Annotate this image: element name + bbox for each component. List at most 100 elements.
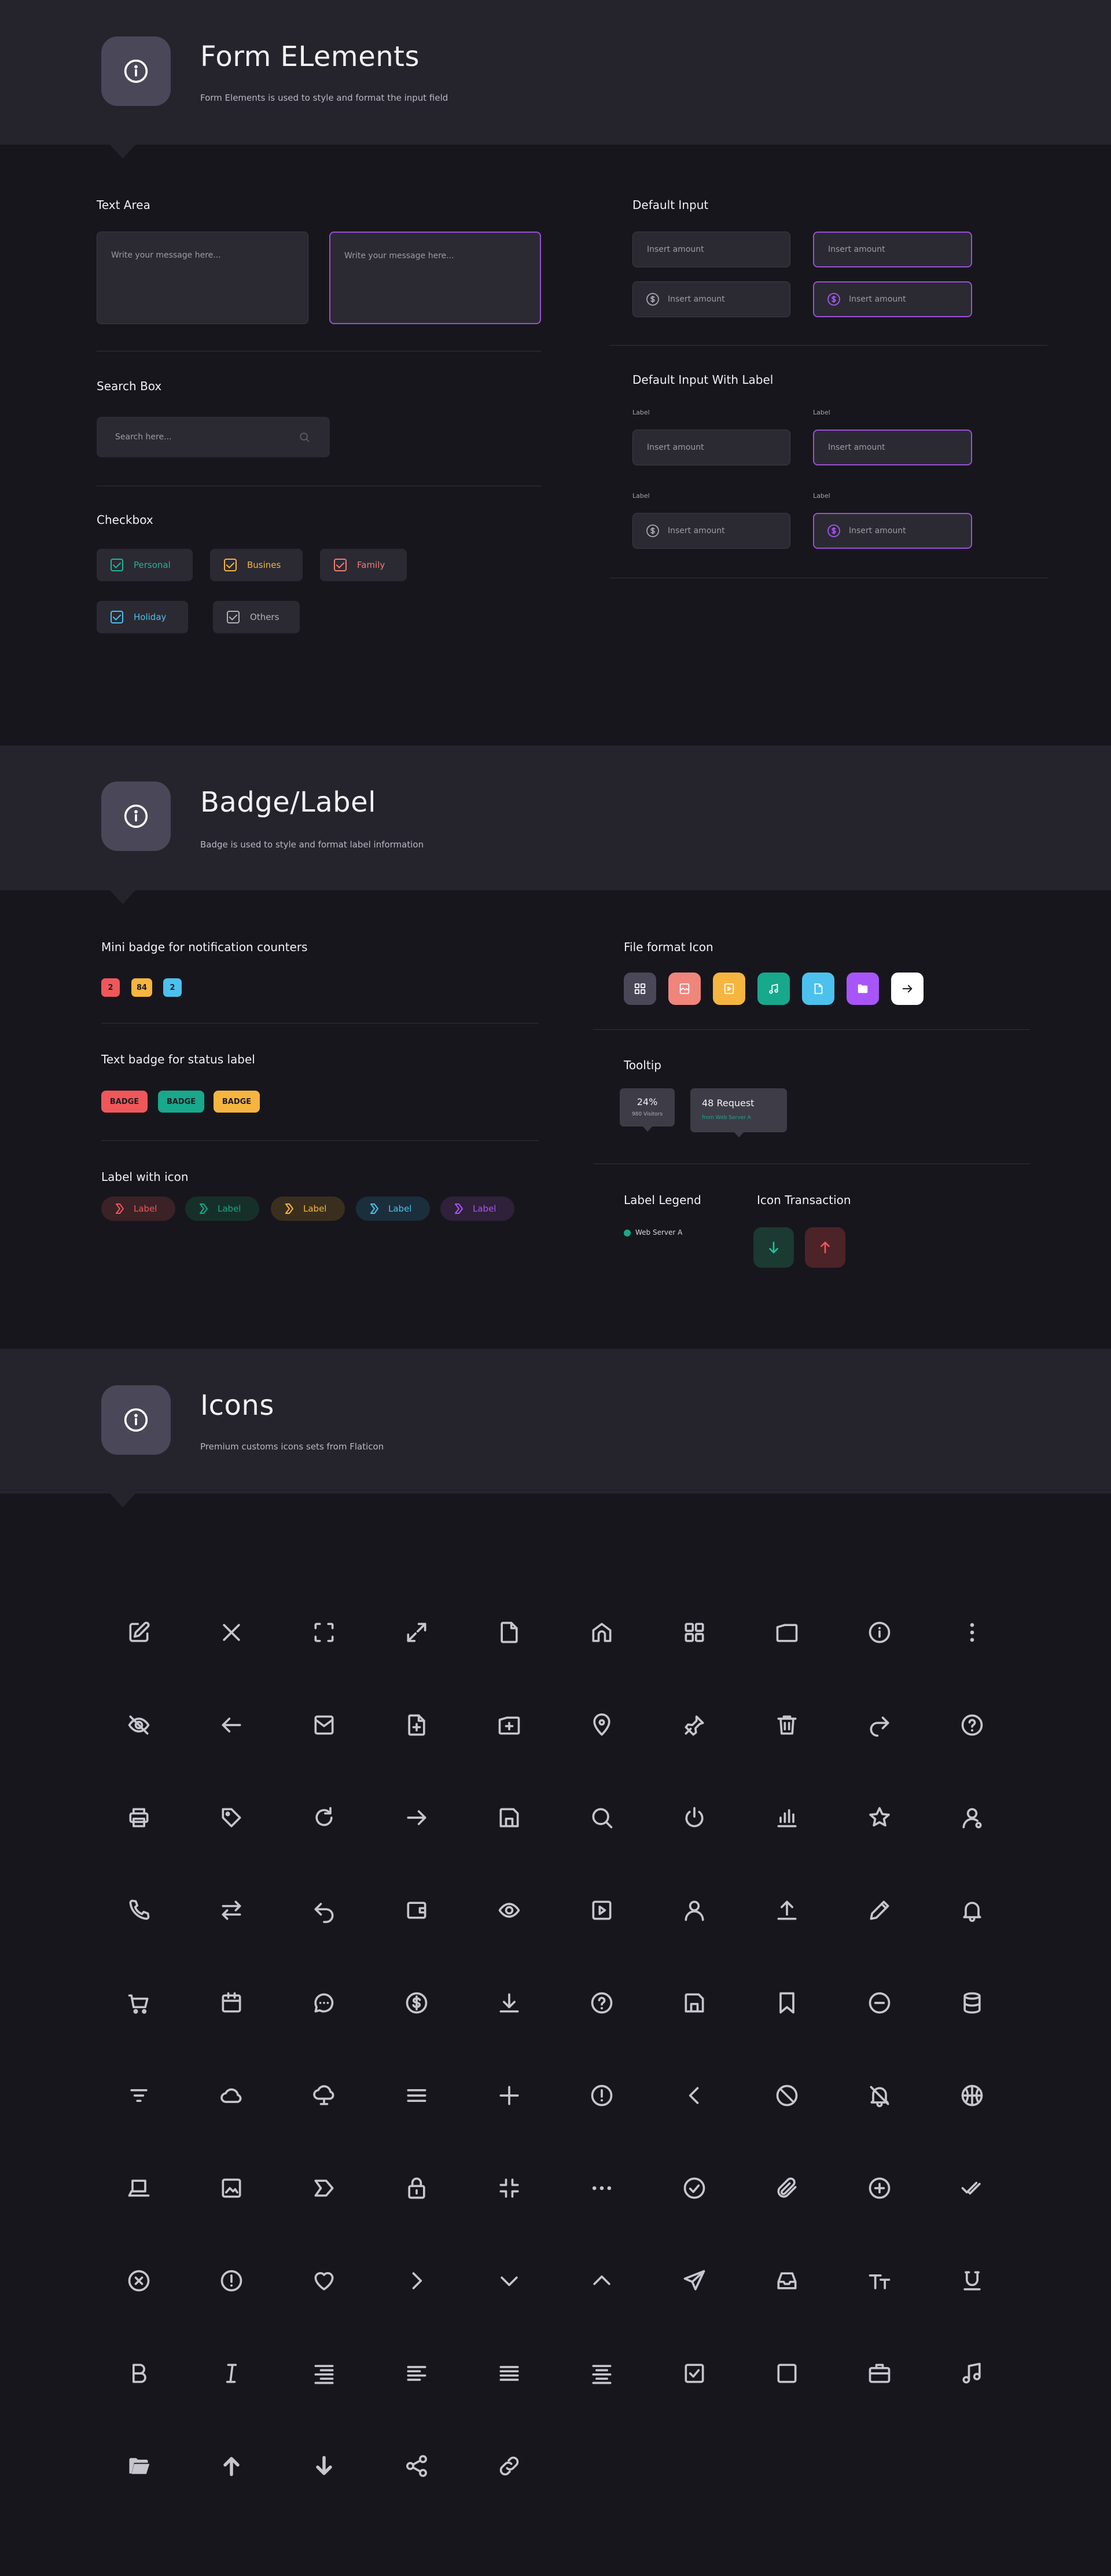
- music-icon[interactable]: [955, 2356, 989, 2391]
- folder-add-icon[interactable]: [492, 1708, 527, 1742]
- help-icon[interactable]: [955, 1708, 989, 1742]
- save-icon[interactable]: [492, 1800, 527, 1835]
- pin-icon[interactable]: [677, 1708, 712, 1742]
- redo-icon[interactable]: [862, 1708, 897, 1742]
- lock-icon[interactable]: [399, 2171, 434, 2206]
- upload-icon[interactable]: [770, 1893, 804, 1928]
- filter-icon[interactable]: [122, 2078, 156, 2113]
- labeled-amount-input[interactable]: Insert amount: [632, 430, 790, 465]
- send-icon[interactable]: [677, 2263, 712, 2298]
- heart-icon[interactable]: [307, 2263, 341, 2298]
- phone-icon[interactable]: [122, 1893, 156, 1928]
- file-document-icon[interactable]: [802, 973, 834, 1005]
- database-icon[interactable]: [955, 1986, 989, 2020]
- arrow-left-icon[interactable]: [214, 1708, 249, 1742]
- grid-icon[interactable]: [677, 1615, 712, 1650]
- file-music-icon[interactable]: [757, 973, 790, 1005]
- search-input[interactable]: Search here...: [97, 417, 330, 457]
- user-icon[interactable]: [677, 1893, 712, 1928]
- home-icon[interactable]: [584, 1615, 619, 1650]
- search-icon[interactable]: [584, 1800, 619, 1835]
- scan-icon[interactable]: [307, 1615, 341, 1650]
- warning-circle-icon[interactable]: [214, 2263, 249, 2298]
- align-right-icon[interactable]: [307, 2356, 341, 2391]
- bar-chart-icon[interactable]: [770, 1800, 804, 1835]
- check-circle-icon[interactable]: [677, 2171, 712, 2206]
- more-vertical-icon[interactable]: [955, 1615, 989, 1650]
- chevron-left-icon[interactable]: [677, 2078, 712, 2113]
- download-icon[interactable]: [492, 1986, 527, 2020]
- align-left-icon[interactable]: [399, 2356, 434, 2391]
- file-arrow-icon[interactable]: [891, 973, 924, 1005]
- star-icon[interactable]: [862, 1800, 897, 1835]
- image-icon[interactable]: [214, 2171, 249, 2206]
- checkbox-empty-icon[interactable]: [770, 2356, 804, 2391]
- mail-icon[interactable]: [307, 1708, 341, 1742]
- refresh-icon[interactable]: [307, 1800, 341, 1835]
- info-circle-icon[interactable]: [862, 1615, 897, 1650]
- inbox-icon[interactable]: [770, 2263, 804, 2298]
- labeled-amount-input-dollar-focused[interactable]: Insert amount: [813, 513, 972, 549]
- alert-circle-icon[interactable]: [584, 2078, 619, 2113]
- text-area-focused[interactable]: Write your message here...: [329, 232, 541, 324]
- chat-icon[interactable]: [307, 1986, 341, 2020]
- user-settings-icon[interactable]: [955, 1800, 989, 1835]
- dollar-icon[interactable]: [399, 1986, 434, 2020]
- file-grid-icon[interactable]: [624, 973, 656, 1005]
- bookmark-icon[interactable]: [770, 1986, 804, 2020]
- checkbox-checked-icon[interactable]: [677, 2356, 712, 2391]
- question-icon[interactable]: [584, 1986, 619, 2020]
- checkbox-personal[interactable]: Personal: [97, 549, 193, 581]
- label-icon[interactable]: [307, 2171, 341, 2206]
- amount-input[interactable]: Insert amount: [632, 232, 790, 267]
- bell-icon[interactable]: [955, 1893, 989, 1928]
- floppy-icon[interactable]: [677, 1986, 712, 2020]
- power-icon[interactable]: [677, 1800, 712, 1835]
- briefcase-icon[interactable]: [862, 2356, 897, 2391]
- text-area[interactable]: Write your message here...: [97, 232, 308, 324]
- chevron-right-icon[interactable]: [399, 2263, 434, 2298]
- laptop-icon[interactable]: [122, 2171, 156, 2206]
- close-icon[interactable]: [214, 1615, 249, 1650]
- expense-button[interactable]: [805, 1227, 845, 1268]
- undo-icon[interactable]: [307, 1893, 341, 1928]
- labeled-amount-input-focused[interactable]: Insert amount: [813, 430, 972, 465]
- file-video-icon[interactable]: [713, 973, 745, 1005]
- expand-icon[interactable]: [399, 1615, 434, 1650]
- double-check-icon[interactable]: [955, 2171, 989, 2206]
- arrow-right-icon[interactable]: [399, 1800, 434, 1835]
- text-size-icon[interactable]: [862, 2263, 897, 2298]
- cloud-upload-icon[interactable]: [307, 2078, 341, 2113]
- bold-icon[interactable]: [122, 2356, 156, 2391]
- printer-icon[interactable]: [122, 1800, 156, 1835]
- wallet-icon[interactable]: [399, 1893, 434, 1928]
- align-justify-icon[interactable]: [492, 2356, 527, 2391]
- checkbox-business[interactable]: Busines: [210, 549, 303, 581]
- trash-icon[interactable]: [770, 1708, 804, 1742]
- folder-icon[interactable]: [770, 1615, 804, 1650]
- checkbox-others[interactable]: Others: [213, 601, 300, 633]
- income-button[interactable]: [753, 1227, 794, 1268]
- labeled-amount-input-dollar[interactable]: Insert amount: [632, 513, 790, 549]
- basketball-icon[interactable]: [955, 2078, 989, 2113]
- amount-input-dollar-focused[interactable]: Insert amount: [813, 281, 972, 317]
- amount-input-focused[interactable]: Insert amount: [813, 232, 972, 267]
- checkbox-holiday[interactable]: Holiday: [97, 601, 188, 633]
- checkbox-family[interactable]: Family: [320, 549, 407, 581]
- search-icon[interactable]: [299, 431, 310, 443]
- menu-icon[interactable]: [399, 2078, 434, 2113]
- share-icon[interactable]: [399, 2449, 434, 2483]
- arrow-up-bold-icon[interactable]: [214, 2449, 249, 2483]
- plus-circle-icon[interactable]: [862, 2171, 897, 2206]
- pencil-icon[interactable]: [862, 1893, 897, 1928]
- paperclip-icon[interactable]: [770, 2171, 804, 2206]
- link-icon[interactable]: [492, 2449, 527, 2483]
- eye-off-icon[interactable]: [122, 1708, 156, 1742]
- cloud-icon[interactable]: [214, 2078, 249, 2113]
- cart-icon[interactable]: [122, 1986, 156, 2020]
- edit-icon[interactable]: [122, 1615, 156, 1650]
- transfer-icon[interactable]: [214, 1893, 249, 1928]
- file-icon[interactable]: [492, 1615, 527, 1650]
- chevron-up-icon[interactable]: [584, 2263, 619, 2298]
- underline-icon[interactable]: [955, 2263, 989, 2298]
